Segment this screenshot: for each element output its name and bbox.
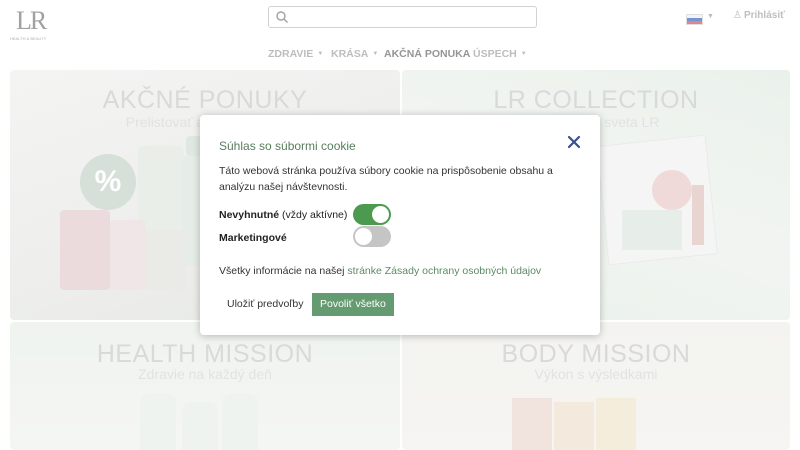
dialog-description: Táto webová stránka používa súbory cooki… (219, 165, 553, 193)
marketing-cookies-toggle[interactable] (353, 226, 391, 247)
close-icon[interactable] (566, 134, 582, 150)
dialog-title: Súhlas so súbormi cookie (219, 139, 356, 153)
marketing-cookies-label: Marketingové (219, 232, 287, 244)
privacy-info: Všetky informácie na našej stránke Zásad… (219, 265, 541, 277)
necessary-cookies-toggle[interactable] (353, 204, 391, 225)
necessary-note: (vždy aktívne) (282, 209, 348, 221)
toggle-knob (355, 228, 372, 245)
privacy-policy-link[interactable]: stránke Zásady ochrany osobných údajov (347, 265, 541, 277)
save-preferences-button[interactable]: Uložiť predvoľby (219, 293, 312, 316)
marketing-label-text: Marketingové (219, 232, 287, 244)
info-text: Všetky informácie na našej (219, 265, 345, 277)
allow-all-button[interactable]: Povoliť všetko (312, 293, 394, 316)
necessary-label-text: Nevyhnutné (219, 209, 280, 221)
necessary-cookies-label: Nevyhnutné (vždy aktívne) (219, 209, 347, 221)
cookie-consent-dialog: Súhlas so súbormi cookie Táto webová str… (200, 115, 600, 335)
toggle-knob (372, 206, 389, 223)
